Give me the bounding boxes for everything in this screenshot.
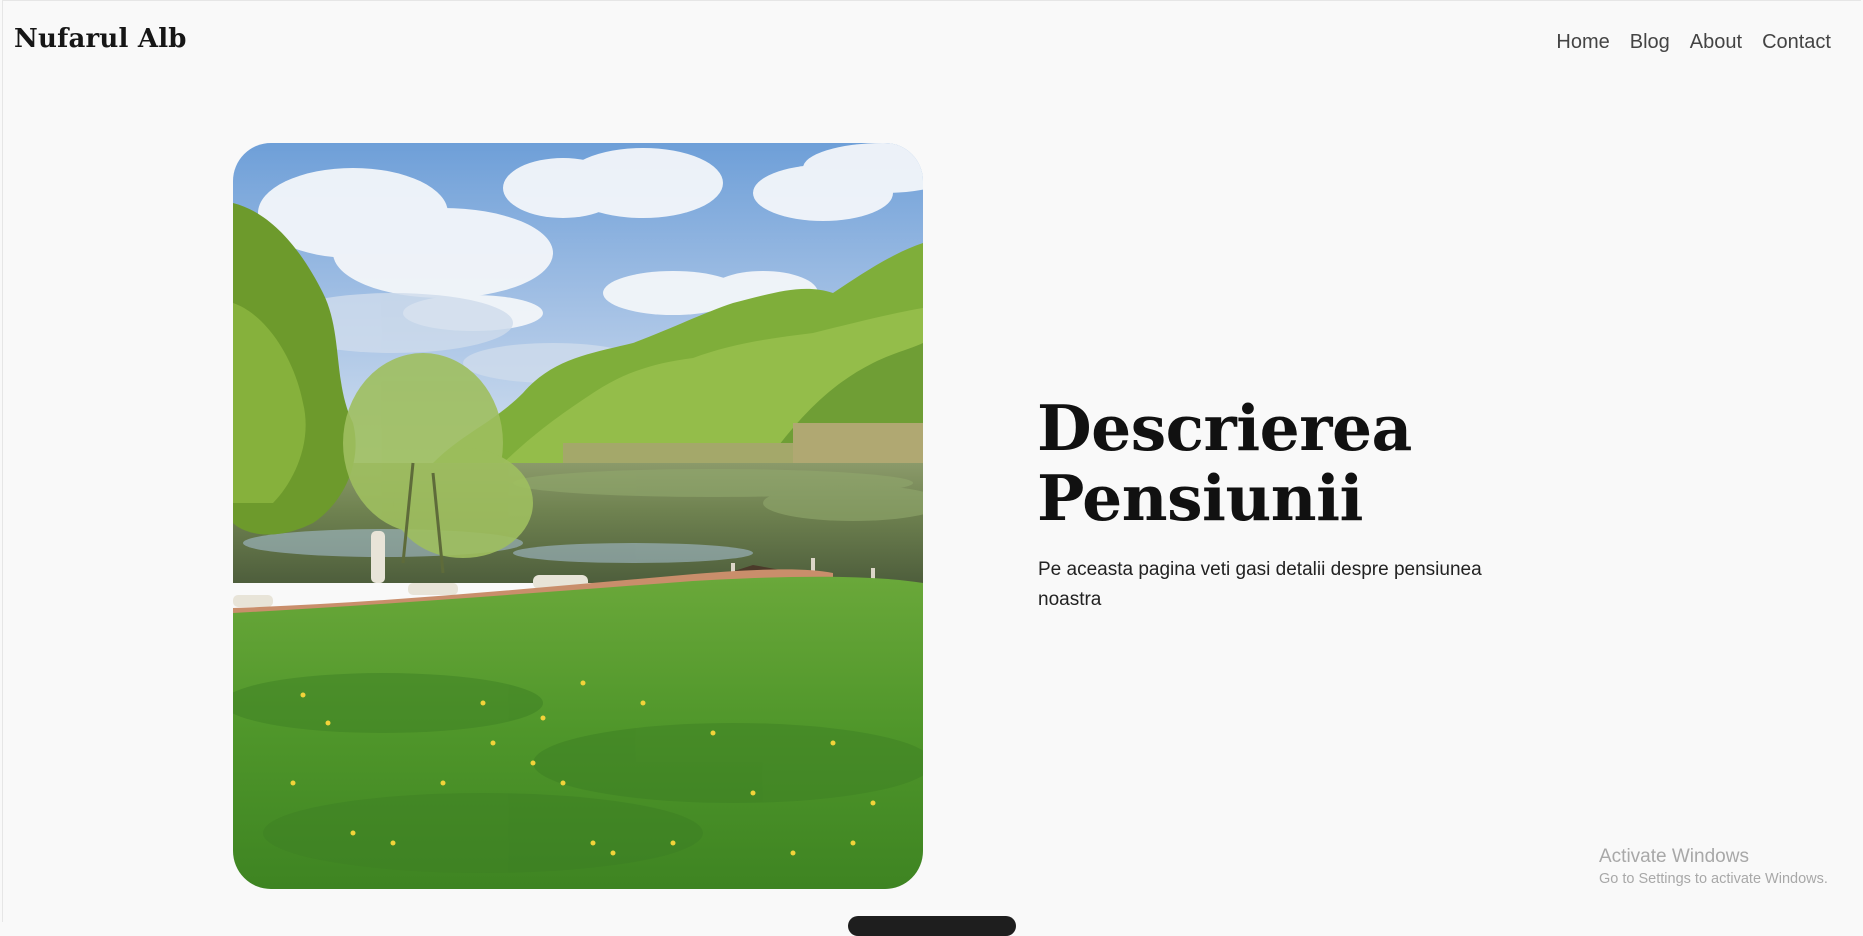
page-subtitle: Pe aceasta pagina veti gasi detalii desp…	[1038, 559, 1482, 610]
lake-landscape-photo	[233, 143, 923, 889]
nav-blog-link[interactable]: Blog	[1630, 31, 1670, 54]
watermark-title: Activate Windows	[1599, 846, 1749, 867]
nav-contact-link[interactable]: Contact	[1762, 31, 1831, 54]
watermark-subtitle: Go to Settings to activate Windows.	[1599, 871, 1828, 887]
nav-home-link[interactable]: Home	[1556, 31, 1609, 54]
page-title-line-2: Pensiunii	[1037, 461, 1363, 535]
bottom-floating-element[interactable]	[848, 916, 1016, 936]
nav-about-link[interactable]: About	[1690, 31, 1742, 54]
main-nav: Home Blog About Contact	[1556, 31, 1831, 54]
page-title: Descrierea Pensiunii	[1037, 393, 1557, 533]
page-title-line-1: Descrierea	[1037, 391, 1412, 465]
hero-image	[233, 143, 923, 889]
site-logo[interactable]: Nufarul Alb	[14, 24, 187, 54]
windows-activation-watermark: Activate Windows Go to Settings to activ…	[1599, 845, 1828, 889]
